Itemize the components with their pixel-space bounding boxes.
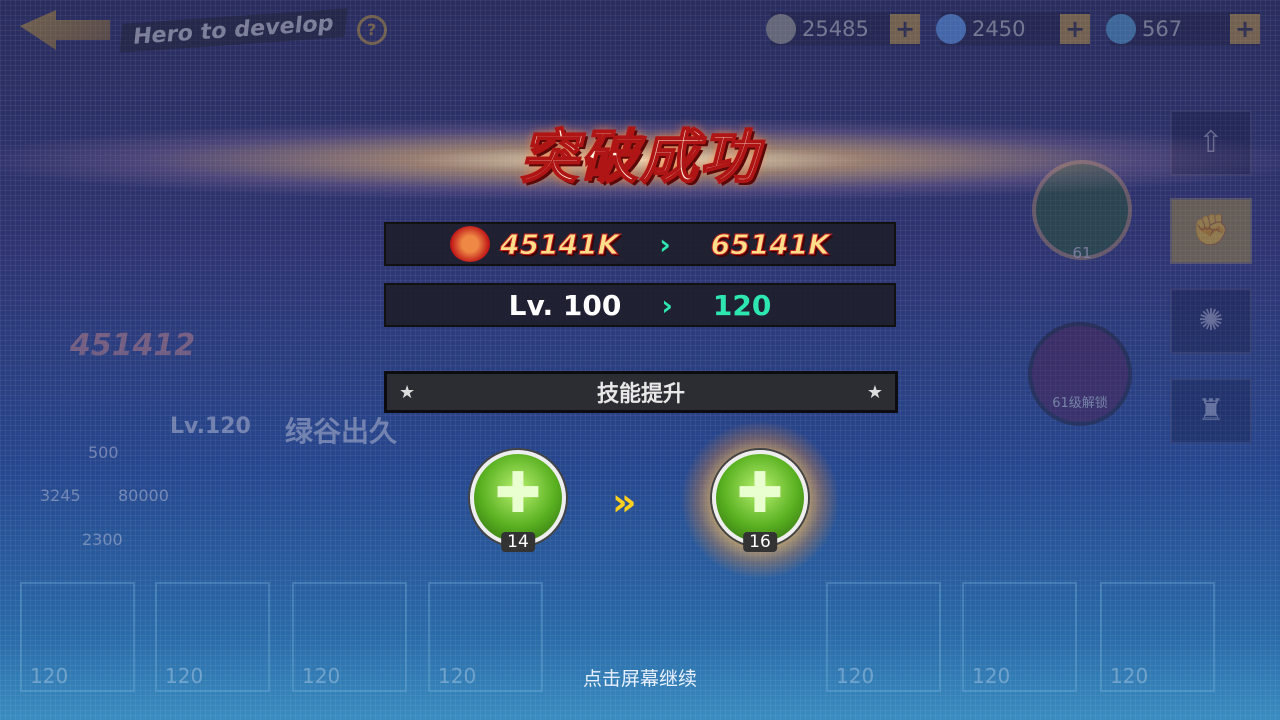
add-stamina-button[interactable]: + — [1230, 14, 1260, 44]
brain-tab-icon[interactable]: ✺ — [1170, 288, 1252, 354]
bg-stat: 2300 — [82, 530, 123, 549]
diamond-value: 2450 — [972, 17, 1026, 41]
star-icon: ★ — [866, 381, 883, 403]
star-icon: ★ — [399, 381, 416, 403]
stamina-counter: 567 + — [1106, 12, 1260, 46]
lock-text: 61级解锁 — [1052, 396, 1108, 411]
stamina-icon — [1106, 14, 1136, 44]
diamond-counter: 2450 + — [936, 12, 1090, 46]
tap-to-continue[interactable]: 点击屏幕继续 — [0, 664, 1280, 691]
level-from: Lv. 100 — [508, 288, 622, 322]
back-arrow-icon — [20, 10, 110, 50]
skill-upgrade-title: 技能提升 — [596, 382, 685, 407]
stamina-value: 567 — [1142, 17, 1183, 41]
heal-cross-icon: ✚ — [736, 460, 784, 526]
skill-level-new: 16 — [743, 532, 777, 552]
bg-stat: 80000 — [118, 486, 169, 505]
breakthrough-title: 突破成功 — [519, 122, 760, 192]
bg-stat: 3245 — [40, 486, 81, 505]
coin-icon — [766, 14, 796, 44]
locked-skill-node[interactable]: 61级解锁 — [1028, 322, 1132, 426]
power-to: 65141K — [710, 227, 830, 261]
arrow-right-icon: › — [661, 288, 673, 322]
arrow-right-icon: › — [659, 227, 671, 261]
page-title: Hero to develop — [119, 7, 348, 53]
skill-node-level: 61 — [1072, 244, 1092, 262]
back-button[interactable]: Hero to develop ? — [20, 7, 400, 53]
suit-tab-icon[interactable]: ♜ — [1170, 378, 1252, 444]
level-bar: Lv. 100 › 120 — [384, 283, 896, 327]
bg-hero-power: 451412 — [70, 328, 196, 363]
coin-counter: 25485 + — [766, 12, 920, 46]
skill-level-old: 14 — [501, 532, 535, 552]
skill-icon-old: ✚ 14 — [470, 450, 566, 552]
heal-cross-icon: ✚ — [494, 460, 542, 526]
diamond-icon — [936, 14, 966, 44]
bg-stat: 500 — [88, 443, 119, 462]
add-coin-button[interactable]: + — [890, 14, 920, 44]
level-to: 120 — [712, 288, 772, 322]
bg-hero-name: 绿谷出久 — [285, 415, 398, 448]
fist-tab-icon[interactable]: ✊ — [1170, 198, 1252, 264]
power-from: 45141K — [500, 227, 620, 261]
double-chevron-icon: » — [612, 480, 636, 524]
help-button[interactable]: ? — [356, 15, 387, 45]
fist-icon — [450, 226, 491, 262]
skill-icon-new: ✚ 16 — [712, 450, 808, 552]
power-bar: 45141K › 65141K — [384, 222, 896, 266]
bg-hero-level: Lv.120 — [170, 414, 251, 439]
add-diamond-button[interactable]: + — [1060, 14, 1090, 44]
coin-value: 25485 — [802, 17, 869, 41]
skill-upgrade-header: ★ 技能提升 ★ — [384, 371, 898, 413]
